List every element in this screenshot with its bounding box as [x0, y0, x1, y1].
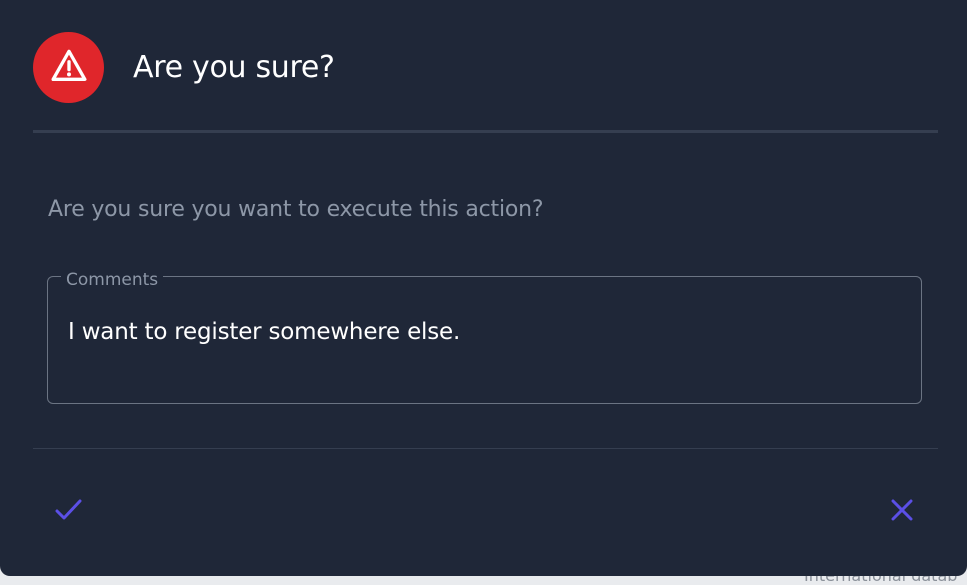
- close-icon: [884, 492, 920, 532]
- dialog-title: Are you sure?: [133, 50, 335, 85]
- footer-divider: [33, 448, 938, 449]
- comments-input-value[interactable]: I want to register somewhere else.: [68, 316, 460, 348]
- header-divider: [33, 130, 938, 133]
- comments-label: Comments: [61, 268, 164, 292]
- confirm-button[interactable]: [46, 490, 90, 534]
- check-icon: [50, 492, 86, 532]
- dialog-message: Are you sure you want to execute this ac…: [48, 197, 544, 222]
- warning-badge: [33, 32, 104, 103]
- cancel-button[interactable]: [880, 490, 924, 534]
- warning-triangle-icon: [49, 46, 89, 90]
- confirmation-dialog: Are you sure? Are you sure you want to e…: [0, 0, 967, 576]
